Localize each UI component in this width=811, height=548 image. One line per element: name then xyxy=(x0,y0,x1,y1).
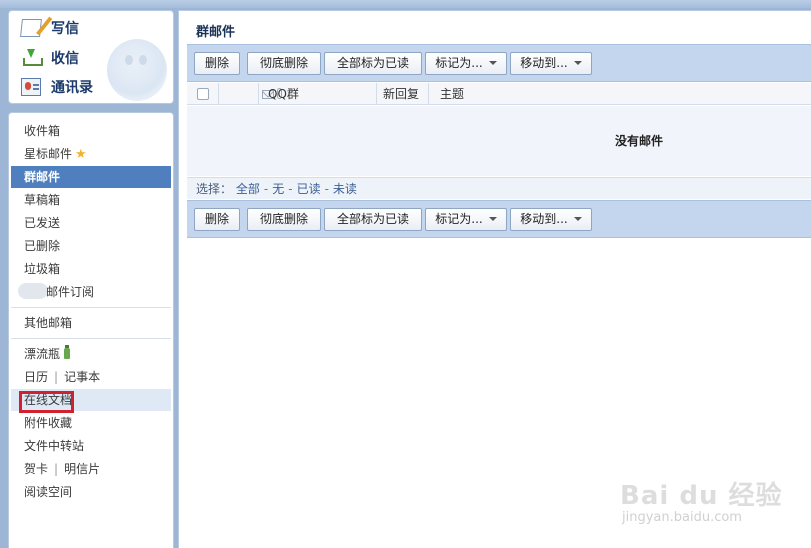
mark-all-read-button[interactable]: 全部标为已读 xyxy=(324,52,422,75)
mark-all-read-button[interactable]: 全部标为已读 xyxy=(324,208,422,231)
sidebar-item-online-docs[interactable]: 在线文档 xyxy=(11,389,171,413)
permanent-delete-button[interactable]: 彻底删除 xyxy=(247,208,321,231)
contacts-link[interactable]: 通讯录 xyxy=(21,74,93,100)
blurred-avatar xyxy=(18,283,48,299)
sidebar-item-file-transfer[interactable]: 文件中转站 xyxy=(11,435,171,457)
bottle-icon xyxy=(64,345,71,359)
sidebar-item-group-mail[interactable]: 群邮件 xyxy=(11,166,171,188)
sidebar-item-reading-space[interactable]: 阅读空间 xyxy=(11,481,171,503)
notepad-link[interactable]: 记事本 xyxy=(64,370,100,384)
receive-label: 收信 xyxy=(51,51,79,67)
column-qq-group[interactable]: QQ群 xyxy=(259,83,377,105)
write-icon xyxy=(20,19,42,37)
select-read-link[interactable]: 已读 xyxy=(297,182,321,196)
delete-button[interactable]: 删除 xyxy=(194,208,240,231)
sidebar-divider xyxy=(11,307,171,308)
bottom-toolbar: 删除 彻底删除 全部标为已读 标记为... 移动到... xyxy=(187,200,811,238)
select-all-checkbox[interactable] xyxy=(197,88,209,100)
select-unread-link[interactable]: 未读 xyxy=(333,182,357,196)
separator: | xyxy=(54,370,59,384)
main-panel: 群邮件 删除 彻底删除 全部标为已读 标记为... 移动到... QQ群 新回复… xyxy=(178,10,811,548)
empty-message: 没有邮件 xyxy=(615,134,664,148)
sidebar-item-subscription[interactable]: 邮件订阅 xyxy=(11,281,171,303)
sidebar-item-sent[interactable]: 已发送 xyxy=(11,212,171,234)
select-all-link[interactable]: 全部 xyxy=(236,182,260,196)
receive-icon xyxy=(21,49,43,67)
chevron-down-icon xyxy=(488,61,497,65)
mark-as-dropdown[interactable]: 标记为... xyxy=(425,52,507,75)
folder-sidebar: 收件箱 星标邮件 ★ 群邮件 草稿箱 已发送 已删除 垃圾箱 邮件订阅 其他邮箱 … xyxy=(8,112,174,548)
sidebar-divider xyxy=(11,338,171,339)
selection-bar: 选择： 全部 - 无 - 已读 - 未读 xyxy=(187,177,811,199)
top-toolbar: 删除 彻底删除 全部标为已读 标记为... 移动到... xyxy=(187,44,811,82)
baidu-watermark-url: jingyan.baidu.com xyxy=(622,510,742,525)
select-label: 选择： xyxy=(196,182,233,196)
postcard-link[interactable]: 明信片 xyxy=(64,462,100,476)
compose-label: 写信 xyxy=(51,21,79,37)
delete-button[interactable]: 删除 xyxy=(194,52,240,75)
sidebar-item-cards: 贺卡 | 明信片 xyxy=(11,458,171,480)
mail-list-header: QQ群 新回复 主题 xyxy=(187,83,811,105)
contacts-icon xyxy=(21,78,41,96)
sidebar-item-other-mailbox[interactable]: 其他邮箱 xyxy=(11,312,171,334)
move-to-dropdown[interactable]: 移动到... xyxy=(510,208,592,231)
move-to-dropdown[interactable]: 移动到... xyxy=(510,52,592,75)
column-subject[interactable]: 主题 xyxy=(429,83,811,105)
sidebar-item-drafts[interactable]: 草稿箱 xyxy=(11,189,171,211)
sidebar-item-drift-bottle[interactable]: 漂流瓶 xyxy=(11,343,171,365)
column-new-reply[interactable]: 新回复 xyxy=(377,83,429,105)
mail-list-empty: 没有邮件 xyxy=(187,106,811,176)
page-title: 群邮件 xyxy=(196,25,236,40)
chevron-down-icon xyxy=(573,61,582,65)
sidebar-item-deleted[interactable]: 已删除 xyxy=(11,235,171,257)
calendar-link[interactable]: 日历 xyxy=(24,370,48,384)
chevron-down-icon xyxy=(573,217,582,221)
highlight-annotation-box xyxy=(19,391,74,413)
select-all-column xyxy=(187,83,219,105)
compose-link[interactable]: 写信 xyxy=(20,15,79,41)
status-column xyxy=(219,83,282,105)
star-icon: ★ xyxy=(75,147,87,162)
sidebar-item-inbox[interactable]: 收件箱 xyxy=(11,120,171,142)
chevron-down-icon xyxy=(488,217,497,221)
top-frame-bar xyxy=(0,0,811,8)
sidebar-item-starred[interactable]: 星标邮件 ★ xyxy=(11,143,171,165)
quick-actions-panel: 写信 收信 通讯录 xyxy=(8,10,174,104)
sidebar-item-attachments[interactable]: 附件收藏 xyxy=(11,412,171,434)
mark-as-dropdown[interactable]: 标记为... xyxy=(425,208,507,231)
contacts-label: 通讯录 xyxy=(51,80,93,96)
sidebar-item-calendar-notepad: 日历 | 记事本 xyxy=(11,366,171,388)
receive-link[interactable]: 收信 xyxy=(21,45,79,71)
qq-penguin-watermark xyxy=(107,39,167,101)
separator: | xyxy=(54,462,59,476)
baidu-watermark: Bai du 经验 xyxy=(620,481,783,511)
select-none-link[interactable]: 无 xyxy=(272,182,284,196)
permanent-delete-button[interactable]: 彻底删除 xyxy=(247,52,321,75)
greeting-card-link[interactable]: 贺卡 xyxy=(24,462,48,476)
sidebar-item-junk[interactable]: 垃圾箱 xyxy=(11,258,171,280)
